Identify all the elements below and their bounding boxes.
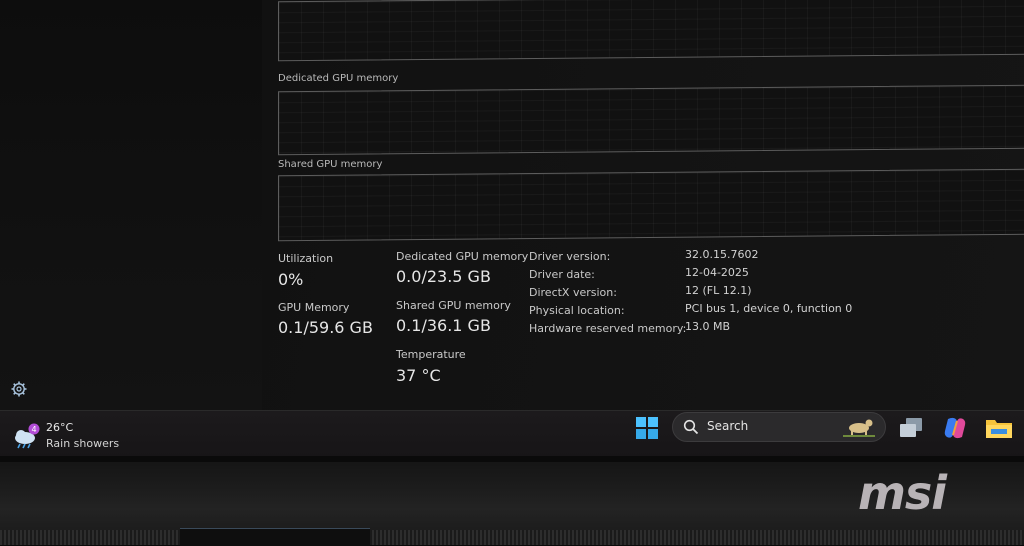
driver-version-value: 32.0.15.7602 [685, 248, 759, 261]
gpu-engine-graph [278, 0, 1024, 62]
temperature-value: 37 °C [396, 366, 441, 385]
physical-location-value: PCI bus 1, device 0, function 0 [685, 302, 853, 315]
weather-icon: 4 [15, 423, 40, 449]
weather-temperature: 26°C [46, 421, 74, 434]
search-label: Search [707, 419, 749, 433]
search-icon [683, 419, 699, 435]
taskbar-search-box[interactable]: Search [672, 412, 886, 442]
hardware-reserved-memory-value: 13.0 MB [685, 320, 731, 333]
taskbar: 4 26°C Rain showers Search [0, 410, 1024, 457]
utilization-label: Utilization [278, 252, 334, 265]
navigation-pane [0, 0, 262, 410]
utilization-value: 0% [278, 270, 304, 289]
dedicated-memory-label: Dedicated GPU memory [396, 250, 529, 263]
settings-icon[interactable] [10, 380, 28, 398]
gpu-memory-value: 0.1/59.6 GB [278, 318, 373, 337]
dedicated-memory-graph [278, 84, 1024, 156]
brand-logo: msi [858, 466, 947, 520]
windows-start-icon[interactable] [636, 417, 658, 439]
weather-condition: Rain showers [46, 437, 120, 450]
keyboard-vent [0, 530, 1024, 545]
temperature-label: Temperature [396, 348, 466, 361]
hinge [180, 528, 370, 546]
directx-version-value: 12 (FL 12.1) [685, 284, 752, 297]
task-view-icon[interactable] [898, 417, 924, 439]
driver-date-label: Driver date: [529, 268, 595, 281]
directx-version-label: DirectX version: [529, 286, 617, 299]
hardware-reserved-memory-label: Hardware reserved memory: [529, 322, 687, 335]
weather-badge: 4 [31, 425, 36, 434]
shared-memory-label: Shared GPU memory [396, 299, 511, 312]
task-manager-window: Dedicated GPU memory Shared GPU memory U… [0, 0, 1024, 410]
shared-memory-value: 0.1/36.1 GB [396, 316, 491, 335]
dedicated-memory-graph-label: Dedicated GPU memory [278, 73, 399, 84]
dedicated-memory-value: 0.0/23.5 GB [396, 267, 491, 286]
search-highlight-image [839, 415, 879, 439]
shared-memory-graph [278, 168, 1024, 242]
gpu-memory-label: GPU Memory [278, 301, 350, 314]
physical-location-label: Physical location: [529, 304, 625, 317]
shared-memory-graph-label: Shared GPU memory [278, 159, 383, 170]
driver-version-label: Driver version: [529, 250, 611, 263]
screen-bottom-edge [0, 456, 1024, 462]
file-explorer-icon[interactable] [985, 417, 1013, 439]
copilot-icon[interactable] [942, 415, 968, 441]
driver-date-value: 12-04-2025 [685, 266, 749, 279]
